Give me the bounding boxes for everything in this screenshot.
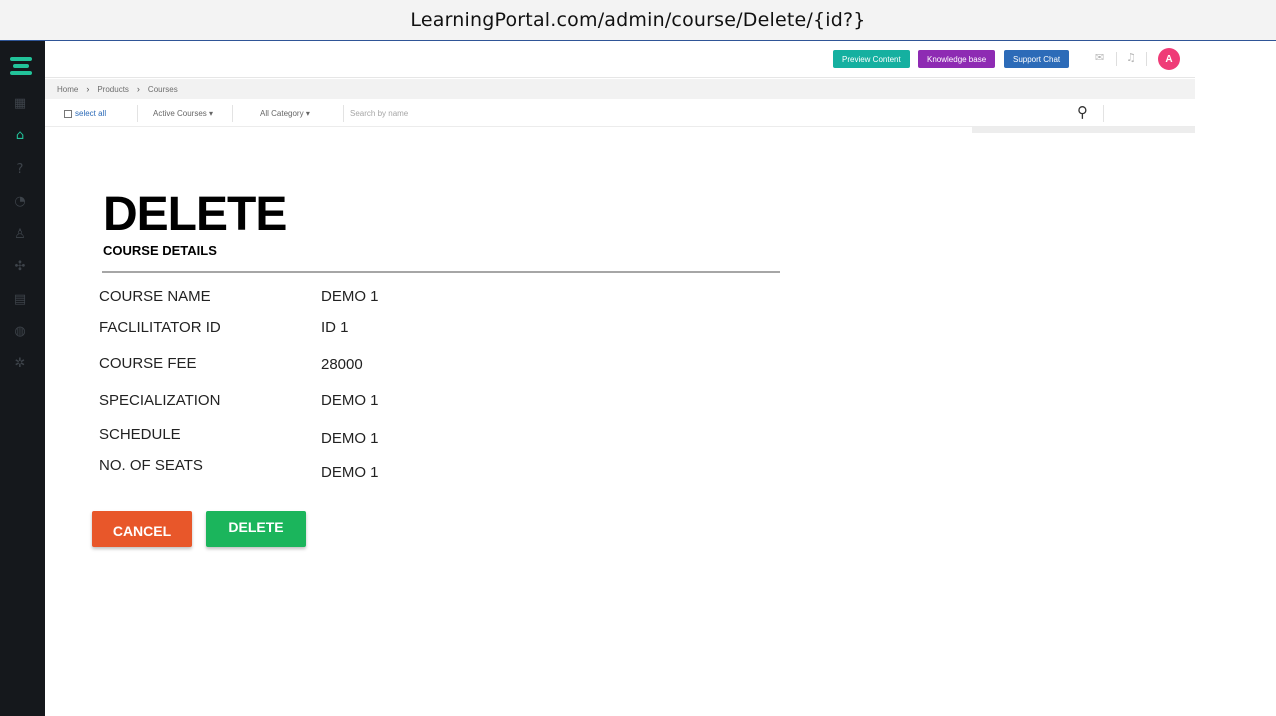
schedule-value: DEMO 1 <box>321 430 379 447</box>
breadcrumb-products[interactable]: Products <box>97 85 129 94</box>
breadcrumb: Home › Products › Courses <box>45 79 1195 99</box>
header-divider <box>1146 52 1147 66</box>
cancel-button[interactable]: CANCEL <box>92 511 192 547</box>
avatar[interactable]: A <box>1158 48 1180 70</box>
select-all-checkbox[interactable]: select all <box>64 109 106 118</box>
filter-divider <box>1103 105 1104 122</box>
facilitator-id-label: FACLILITATOR ID <box>99 319 221 336</box>
users-icon[interactable]: ♙ <box>12 226 28 242</box>
divider <box>102 271 780 273</box>
all-category-label: All Category <box>260 109 304 118</box>
bell-icon[interactable]: ♫ <box>1126 51 1136 64</box>
globe-icon[interactable]: ◍ <box>12 323 28 339</box>
sidebar: ▦ ⌂ ? ◔ ♙ ✣ ▤ ◍ ✲ <box>0 41 45 716</box>
search-input[interactable]: Search by name <box>350 109 408 118</box>
active-courses-label: Active Courses <box>153 109 207 118</box>
top-header: Preview Content Knowledge base Support C… <box>45 41 1195 78</box>
panel-edge <box>972 127 1195 133</box>
select-all-label: select all <box>75 109 107 118</box>
caret-down-icon: ▾ <box>305 109 310 118</box>
seats-value: DEMO 1 <box>321 464 379 481</box>
seats-label: NO. OF SEATS <box>99 457 203 474</box>
puzzle-icon[interactable]: ✣ <box>12 258 28 274</box>
url-bar[interactable]: LearningPortal.com/admin/course/Delete/{… <box>0 0 1276 41</box>
course-name-label: COURSE NAME <box>99 288 211 305</box>
course-fee-value: 28000 <box>321 356 363 373</box>
chevron-right-icon: › <box>86 84 90 94</box>
active-courses-dropdown[interactable]: Active Courses ▾ <box>153 109 213 118</box>
app-logo[interactable] <box>10 57 32 75</box>
help-icon[interactable]: ? <box>12 161 28 177</box>
chart-icon[interactable]: ◔ <box>12 193 28 209</box>
course-name-value: DEMO 1 <box>321 288 379 305</box>
url-text: LearningPortal.com/admin/course/Delete/{… <box>410 9 866 31</box>
preview-content-button[interactable]: Preview Content <box>833 50 910 68</box>
page-subtitle: COURSE DETAILS <box>103 243 217 258</box>
support-chat-button[interactable]: Support Chat <box>1004 50 1070 68</box>
schedule-label: SCHEDULE <box>99 426 181 443</box>
header-divider <box>1116 52 1117 66</box>
clipboard-icon[interactable]: ▤ <box>12 291 28 307</box>
page-title: DELETE <box>103 188 287 241</box>
breadcrumb-courses[interactable]: Courses <box>148 85 178 94</box>
filter-divider <box>343 105 344 122</box>
course-fee-label: COURSE FEE <box>99 355 197 372</box>
delete-button[interactable]: DELETE <box>206 511 306 547</box>
filter-divider <box>232 105 233 122</box>
caret-down-icon: ▾ <box>209 109 214 118</box>
checkbox-icon[interactable] <box>64 109 72 118</box>
filter-divider <box>137 105 138 122</box>
all-category-dropdown[interactable]: All Category ▾ <box>260 109 310 118</box>
facilitator-id-value: ID 1 <box>321 319 349 336</box>
breadcrumb-home[interactable]: Home <box>57 85 78 94</box>
settings-icon[interactable]: ✲ <box>12 355 28 371</box>
dashboard-icon[interactable]: ▦ <box>12 95 28 111</box>
mail-icon[interactable]: ✉ <box>1095 51 1104 64</box>
chevron-right-icon: › <box>136 84 140 94</box>
specialization-value: DEMO 1 <box>321 392 379 409</box>
search-icon[interactable]: ⚲ <box>1077 103 1088 121</box>
knowledge-base-button[interactable]: Knowledge base <box>918 50 996 68</box>
specialization-label: SPECIALIZATION <box>99 392 221 409</box>
graduation-cap-icon[interactable]: ⌂ <box>12 127 28 143</box>
filter-bar: select all Active Courses ▾ All Category… <box>45 100 1195 127</box>
